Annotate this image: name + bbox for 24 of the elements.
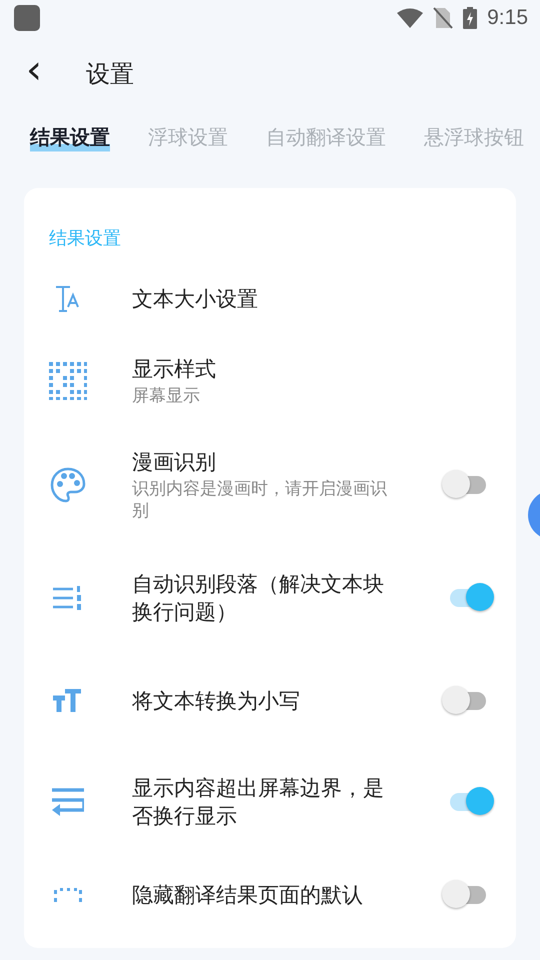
dotted-grid-icon <box>49 362 87 400</box>
setting-title[interactable]: 将文本转换为小写 <box>132 687 402 715</box>
notification-icon <box>14 5 40 31</box>
battery-icon <box>463 7 478 29</box>
wifi-icon <box>397 8 424 28</box>
wrap-text-icon <box>52 787 84 817</box>
setting-title[interactable]: 漫画识别 <box>132 448 402 476</box>
setting-title[interactable]: 文本大小设置 <box>132 285 402 313</box>
page-title: 设置 <box>86 59 134 90</box>
setting-title[interactable]: 隐藏翻译结果页面的默认 <box>132 881 402 909</box>
setting-title[interactable]: 自动识别段落（解决文本块换行问题） <box>132 570 402 626</box>
back-button[interactable]: ‹ <box>0 50 62 98</box>
clock: 9:15 <box>487 6 528 30</box>
dotted-square-icon <box>54 888 82 902</box>
numbered-list-icon <box>53 586 83 610</box>
setting-subtitle: 屏幕显示 <box>132 385 201 407</box>
setting-title[interactable]: 显示内容超出屏幕边界，是否换行显示 <box>132 774 402 830</box>
palette-icon <box>50 467 86 503</box>
no-sim-icon <box>433 7 454 29</box>
setting-title[interactable]: 显示样式 <box>132 355 402 383</box>
text-case-icon <box>53 689 83 713</box>
section-title: 结果设置 <box>48 227 122 250</box>
text-size-icon <box>54 285 82 313</box>
setting-subtitle: 识别内容是漫画时，请开启漫画识别 <box>132 478 388 522</box>
